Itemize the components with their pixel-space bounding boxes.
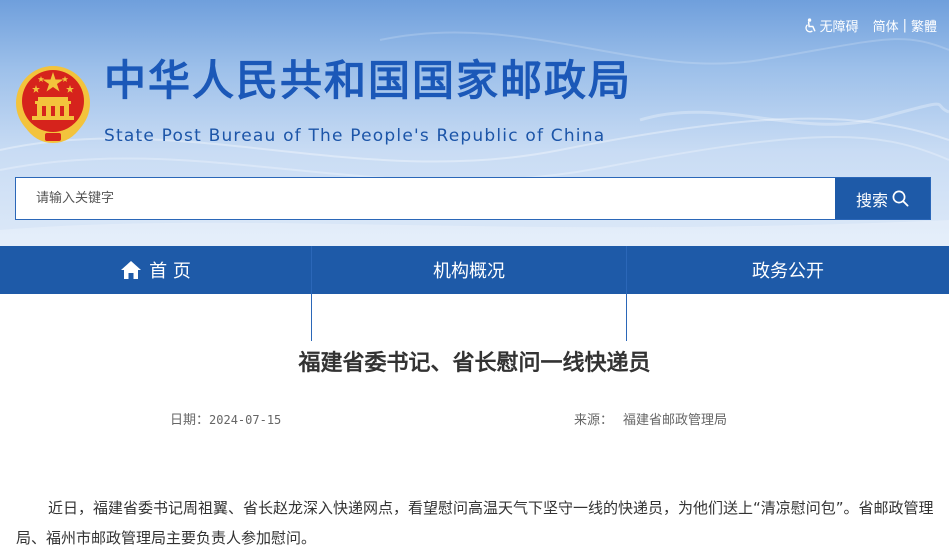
article-source: 来源： 福建省邮政管理局 [574,409,727,428]
accessibility-icon [804,17,816,32]
search-input[interactable] [16,178,835,219]
article-title: 福建省委书记、省长慰问一线快递员 [298,351,651,376]
date-label: 日期： [170,413,210,428]
national-emblem-icon[interactable] [14,63,92,145]
site-subtitle: State Post Bureau of The People's Republ… [104,126,606,146]
site-header: 无障碍 简体 | 繁體 中华人民共和国国家邮政局 State Post Bure… [0,0,949,246]
search-button-label: 搜索 [855,190,888,210]
search-icon [892,190,909,207]
nav-item-home[interactable]: 首 页 [0,246,311,294]
top-links: 无障碍 简体 | 繁體 [803,15,937,35]
article-date: 日期：2024-07-15 [170,409,281,428]
home-icon [121,261,142,279]
accessibility-link[interactable]: 无障碍 [803,16,859,35]
date-value: 2024-07-15 [209,413,282,427]
nav-item-label: 政务公开 [752,261,824,282]
main-nav: 首 页 机构概况 政务公开 [0,246,949,294]
nav-divider [626,246,627,341]
lang-separator: | [902,17,907,33]
nav-item-label: 机构概况 [433,261,505,282]
nav-item-government-affairs[interactable]: 政务公开 [627,246,949,294]
search-bar: 搜索 [15,177,931,220]
lang-traditional-link[interactable]: 繁體 [911,16,937,35]
search-button[interactable]: 搜索 [835,178,930,219]
source-value: 福建省邮政管理局 [623,413,728,428]
nav-divider [311,246,312,341]
site-title[interactable]: 中华人民共和国国家邮政局 [104,60,632,102]
source-label: 来源： [574,413,614,428]
lang-simplified-link[interactable]: 简体 [873,16,899,35]
article-body: 近日，福建省委书记周祖翼、省长赵龙深入快递网点，看望慰问高温天气下坚守一线的快递… [16,499,934,547]
accessibility-label: 无障碍 [819,19,859,35]
nav-item-label: 首 页 [149,261,191,282]
nav-item-about[interactable]: 机构概况 [311,246,627,294]
